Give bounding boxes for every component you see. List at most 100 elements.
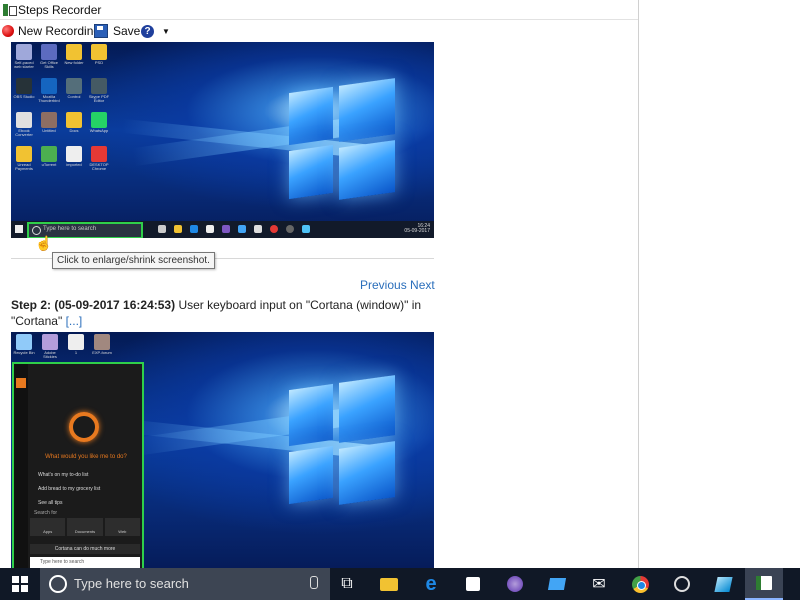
next-link[interactable]: Next <box>410 278 435 292</box>
save-icon <box>94 24 108 38</box>
file-icon <box>41 78 57 94</box>
hand-cursor-icon: ☝ <box>35 235 53 251</box>
app-icon[interactable] <box>713 574 733 594</box>
store-icon[interactable] <box>463 574 483 594</box>
screenshot-tooltip: Click to enlarge/shrink screenshot. <box>52 252 215 269</box>
taskbar: Type here to search ⧉ e ✉ <box>0 568 800 600</box>
desktop-icon[interactable]: Docs <box>63 112 85 133</box>
desktop-icon[interactable]: Adobe Stickies <box>39 334 61 359</box>
chrome-icon[interactable] <box>630 574 650 594</box>
steps-recorder-icon[interactable] <box>745 568 783 600</box>
new-recording-label: New Recording <box>18 24 101 38</box>
desktop-icon[interactable]: PSD <box>88 44 110 65</box>
save-button[interactable]: Save <box>94 23 140 39</box>
mail-icon <box>254 225 262 233</box>
steps-recorder-app-icon <box>3 4 17 16</box>
file-icon <box>16 78 32 94</box>
mail-icon[interactable]: ✉ <box>589 574 609 594</box>
task-view-icon <box>158 225 166 233</box>
help-button[interactable]: ? ▼ <box>141 23 170 39</box>
network-icon[interactable] <box>547 574 567 594</box>
app-icon <box>302 225 310 233</box>
desktop-icon[interactable]: uTorrent <box>38 146 60 167</box>
desktop-icon-label: OBS Studio <box>13 94 35 99</box>
desktop-icon-label: Recycle Bin <box>13 350 35 355</box>
web-tile: Web <box>104 518 140 536</box>
file-icon <box>91 78 107 94</box>
desktop-icon[interactable]: Get Office Skills <box>38 44 60 69</box>
screenshot-taskbar: Type here to search 16:24 05-09-2017 <box>11 221 434 238</box>
file-icon <box>41 146 57 162</box>
task-view-icon[interactable]: ⧉ <box>337 574 357 594</box>
screenshot-search-text: Type here to search <box>43 226 97 232</box>
desktop-icon[interactable]: Self-paced web starter <box>13 44 35 69</box>
microphone-icon[interactable] <box>310 576 318 589</box>
desktop-icon[interactable]: Mozilla Thunderbird <box>38 78 60 103</box>
store-icon <box>206 225 214 233</box>
cortana-search-box: Type here to search <box>30 557 140 568</box>
desktop-icon[interactable]: Unread Payments <box>13 146 35 171</box>
file-icon <box>16 146 32 162</box>
home-icon <box>16 378 26 388</box>
desktop-icon-label: Adobe Stickies <box>43 350 57 359</box>
camera-icon <box>286 225 294 233</box>
new-recording-button[interactable]: New Recording <box>2 23 100 39</box>
desktop-icon-label: EXP-forum <box>92 350 112 355</box>
window-title: Steps Recorder <box>18 3 102 17</box>
desktop-icon[interactable]: Recycle Bin <box>13 334 35 355</box>
desktop-icon[interactable]: EXP-forum <box>91 334 113 355</box>
file-icon <box>91 44 107 60</box>
step-screenshot-2[interactable]: Recycle Bin Adobe Stickies 1 EXP-forum What… <box>11 332 434 568</box>
desktop-icon[interactable]: WhatsApp <box>88 112 110 133</box>
record-icon <box>2 25 14 37</box>
file-icon <box>91 146 107 162</box>
apps-tile: Apps <box>30 518 66 536</box>
desktop-icon[interactable]: Skype PDF Editor <box>88 78 110 103</box>
desktop-icon-label: Docs <box>69 128 79 133</box>
desktop-icon-label: uTorrent <box>41 162 57 167</box>
steps-content: Self-paced web starter Get Office Skills N… <box>0 42 638 568</box>
steps-recorder-window: Steps Recorder New Recording Save ? ▼ Se… <box>0 0 639 568</box>
chevron-down-icon[interactable]: ▼ <box>162 27 170 36</box>
desktop-icon[interactable]: DESKTOP Chrome <box>88 146 110 171</box>
file-icon <box>66 44 82 60</box>
file-icon <box>16 44 32 60</box>
tor-icon[interactable] <box>505 574 525 594</box>
edge-icon[interactable]: e <box>421 573 441 595</box>
file-icon <box>16 112 32 128</box>
save-label: Save <box>113 24 141 38</box>
taskbar-search-box[interactable]: Type here to search <box>40 568 330 600</box>
cortana-icon <box>32 226 41 235</box>
search-filter-tiles: Apps Documents Web <box>30 518 140 536</box>
previous-link[interactable]: Previous <box>360 278 407 292</box>
file-explorer-icon[interactable] <box>379 574 399 594</box>
network-icon <box>238 225 246 233</box>
help-icon: ? <box>141 24 154 38</box>
desktop-icon[interactable]: New folder <box>63 44 85 65</box>
clock-date: 05-09-2017 <box>404 228 430 234</box>
file-icon <box>42 334 58 350</box>
camera-icon[interactable] <box>672 574 692 594</box>
more-details-link[interactable]: [...] <box>66 314 83 328</box>
desktop-icon-label: Control <box>67 94 81 99</box>
cortana-option: Add bread to my grocery list <box>38 486 101 492</box>
search-for-label: Search for <box>34 510 58 516</box>
desktop-icon[interactable]: imported <box>63 146 85 167</box>
desktop-icon[interactable]: OBS Studio <box>13 78 35 99</box>
windows-start-button[interactable] <box>12 576 28 592</box>
desktop-icon[interactable]: Ebook Converter <box>13 112 35 137</box>
desktop-icon[interactable]: 1 <box>65 334 87 355</box>
desktop-icon-label: Skype PDF Editor <box>88 94 110 103</box>
cortana-option: See all tips <box>38 500 63 506</box>
cortana-icon <box>49 575 67 593</box>
desktop-icon[interactable]: Untitled <box>38 112 60 133</box>
step-screenshot-1[interactable]: Self-paced web starter Get Office Skills N… <box>11 42 434 238</box>
desktop-icon-label: Unread Payments <box>15 162 33 171</box>
desktop-icon-label: Get Office Skills <box>40 60 58 69</box>
screenshot-clock: 16:24 05-09-2017 <box>404 224 430 234</box>
documents-tile: Documents <box>67 518 103 536</box>
windows-logo-graphic <box>289 78 399 200</box>
desktop-icon[interactable]: Control <box>63 78 85 99</box>
desktop-icon-label: Untitled <box>42 128 56 133</box>
cortana-mode-bar: Cortana can do much more <box>30 544 140 554</box>
